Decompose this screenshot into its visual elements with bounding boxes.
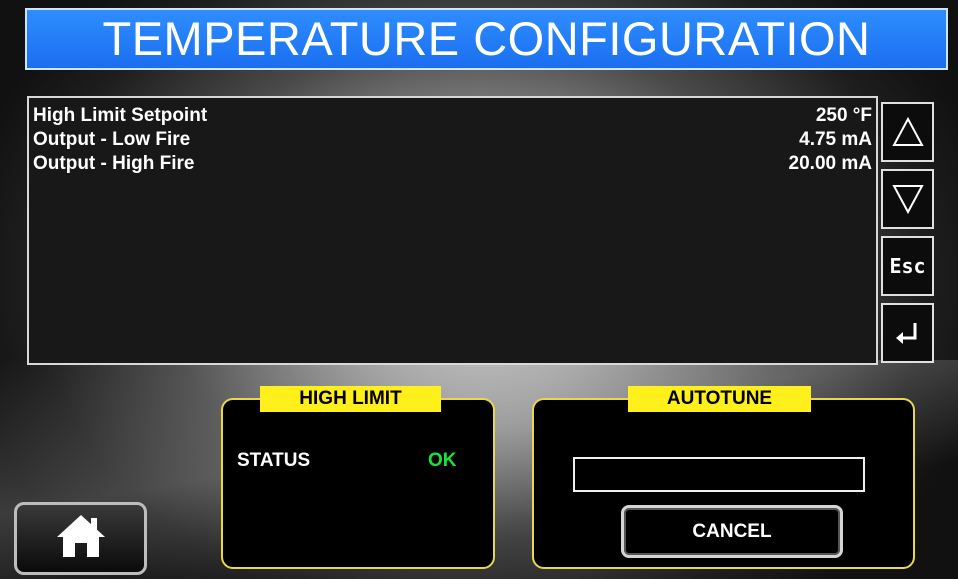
enter-button[interactable] bbox=[881, 303, 934, 363]
home-button[interactable] bbox=[14, 502, 147, 575]
status-value: OK bbox=[428, 450, 457, 471]
autotune-progress-field bbox=[573, 457, 865, 492]
esc-label: Esc bbox=[889, 254, 926, 278]
list-item[interactable]: High Limit Setpoint 250 °F bbox=[33, 105, 872, 128]
esc-button[interactable]: Esc bbox=[881, 236, 934, 296]
setting-label: Output - High Fire bbox=[33, 153, 195, 174]
list-item[interactable]: Output - Low Fire 4.75 mA bbox=[33, 129, 872, 152]
cancel-button[interactable]: CANCEL bbox=[621, 505, 843, 558]
status-label: STATUS bbox=[237, 450, 311, 471]
triangle-down-icon bbox=[891, 183, 925, 215]
page-title: TEMPERATURE CONFIGURATION bbox=[25, 8, 948, 70]
setting-label: High Limit Setpoint bbox=[33, 105, 208, 126]
scroll-up-button[interactable] bbox=[881, 102, 934, 162]
home-icon bbox=[55, 513, 107, 564]
setting-label: Output - Low Fire bbox=[33, 129, 191, 150]
setting-value: 250 °F bbox=[815, 105, 872, 126]
scroll-down-button[interactable] bbox=[881, 169, 934, 229]
setting-value: 4.75 mA bbox=[799, 129, 872, 150]
settings-list[interactable]: High Limit Setpoint 250 °F Output - Low … bbox=[27, 96, 878, 365]
enter-return-icon bbox=[893, 319, 923, 347]
setting-value: 20.00 mA bbox=[788, 153, 872, 174]
high-limit-panel bbox=[221, 398, 495, 569]
high-limit-title: HIGH LIMIT bbox=[260, 386, 441, 412]
autotune-title: AUTOTUNE bbox=[628, 386, 811, 412]
list-item[interactable]: Output - High Fire 20.00 mA bbox=[33, 153, 872, 176]
triangle-up-icon bbox=[891, 116, 925, 148]
